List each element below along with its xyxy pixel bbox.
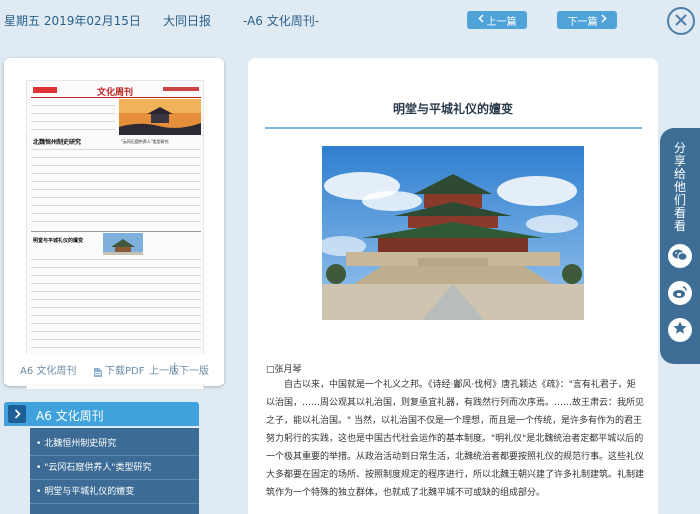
top-bar: 星期五 2019年02月15日 大同日报 -A6 文化周刊- 上一篇 下一篇 [0,0,700,44]
close-icon [674,12,688,31]
masthead-strip [163,87,199,91]
article-list: • 北魏恒州制史研究 • "云冈石窟供养人"类型研究 • 明堂与平城礼仪的嬗变 [30,428,199,514]
list-item[interactable]: • 明堂与平城礼仪的嬗变 [30,480,199,504]
thumb-headline: 北魏恒州制史研究 [33,139,82,146]
article-panel: 明堂与平城礼仪的嬗变 □张月琴 自古以来，中国就是一个礼义之邦。《诗经·鄘风·伐… [248,58,658,514]
next-article-label: 下一篇 [567,16,598,28]
list-item[interactable]: • "云冈石窟供养人"类型研究 [30,456,199,480]
weibo-icon [672,284,688,303]
section-header[interactable]: A6 文化周刊 [4,402,199,426]
page-card-footer: A6 文化周刊 下载PDF 上一版 | 下一版 [4,354,224,384]
title-divider [265,127,642,129]
bullet-icon: • [36,487,42,497]
next-page-link[interactable]: 下一版 [179,362,209,377]
page-thumbnail-card: 文化周刊 北魏恒州制史研究 "云冈石窟供养人"类型研究 明堂与平城礼仪的嬗变 A… [4,58,224,390]
wechat-icon [672,247,688,266]
article-link: 明堂与平城礼仪的嬗变 [44,487,135,497]
share-rail: 分享给他们看看 [660,128,700,364]
article-photo [322,146,584,320]
article-title: 明堂与平城礼仪的嬗变 [392,102,513,116]
chevron-left-icon [477,14,484,26]
article-byline: □张月琴 [266,365,302,375]
thumb-photo-temple [103,233,143,255]
page-label: -A6 文化周刊- [243,14,320,28]
prev-article-button[interactable]: 上一篇 [467,11,527,29]
favorite-share-button[interactable] [668,318,692,342]
download-pdf-link[interactable]: 下载PDF [105,362,144,377]
issue-date: 星期五 2019年02月15日 [4,14,141,28]
thumb-secondary-headline: 明堂与平城礼仪的嬗变 [33,238,84,244]
thumb-photo-top [119,99,201,135]
thumb-subhead: "云冈石窟供养人"类型研究 [121,139,169,144]
paper-name: 大同日报 [163,14,212,28]
weibo-share-button[interactable] [668,281,692,305]
article-link: "云冈石窟供养人"类型研究 [44,463,152,473]
favorite-icon [672,320,688,340]
masthead-mark [33,87,57,93]
section-title: A6 文化周刊 [36,409,104,423]
next-article-button[interactable]: 下一篇 [557,11,617,29]
page-thumbnail[interactable]: 文化周刊 北魏恒州制史研究 "云冈石窟供养人"类型研究 明堂与平城礼仪的嬗变 [26,80,204,390]
page-name-link[interactable]: A6 文化周刊 [20,362,76,377]
share-label: 分享给他们看看 [673,141,686,233]
bullet-icon: • [36,439,42,449]
chevron-right-icon [8,405,26,423]
list-item[interactable]: • 北魏恒州制史研究 [30,432,199,456]
chevron-right-icon [600,14,607,26]
article-body: 自古以来，中国就是一个礼义之邦。《诗经·鄘风·伐柯》唐孔颖达《疏》："言有礼君子… [266,380,645,498]
close-button[interactable] [667,7,695,35]
pdf-icon [93,363,103,382]
article-link: 北魏恒州制史研究 [44,439,117,449]
wechat-share-button[interactable] [668,244,692,268]
prev-article-label: 上一篇 [486,16,517,28]
bullet-icon: • [36,463,42,473]
